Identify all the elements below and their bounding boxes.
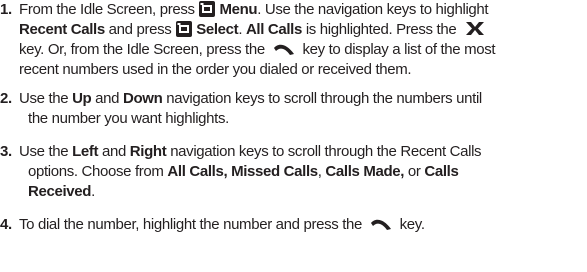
step-3-line-2: options. Choose from All Calls, Missed C… [28,163,459,180]
step-1-line-1: From the Idle Screen, press Menu. Use th… [19,1,489,18]
step-1-line-3: key. Or, from the Idle Screen, press the… [19,41,496,58]
send-key-icon [273,44,294,55]
left-softkey-icon [176,21,193,37]
step-4-line-1: To dial the number, highlight the number… [19,216,425,233]
step-number: 4. [0,216,12,233]
step-1-line-2: Recent Calls and press Select. All Calls… [19,20,490,40]
step-number: 2. [0,90,12,107]
send-key-icon [370,219,391,230]
step-number: 1. [0,1,12,18]
step-3-line-3: Received. [28,183,95,200]
step-2-line-1: Use the Up and Down navigation keys to s… [19,90,482,107]
step-3-line-1: Use the Left and Right navigation keys t… [19,143,482,160]
menu-label: Menu [219,1,258,18]
select-label: Select [196,21,239,38]
end-key-icon [466,22,485,35]
step-number: 3. [0,143,12,160]
step-1-line-4: recent numbers used in the order you dia… [19,61,412,78]
step-2-line-2: the number you want highlights. [28,110,229,127]
instructions-page: 1. From the Idle Screen, press Menu. Use… [0,0,587,272]
left-softkey-icon [199,1,216,17]
